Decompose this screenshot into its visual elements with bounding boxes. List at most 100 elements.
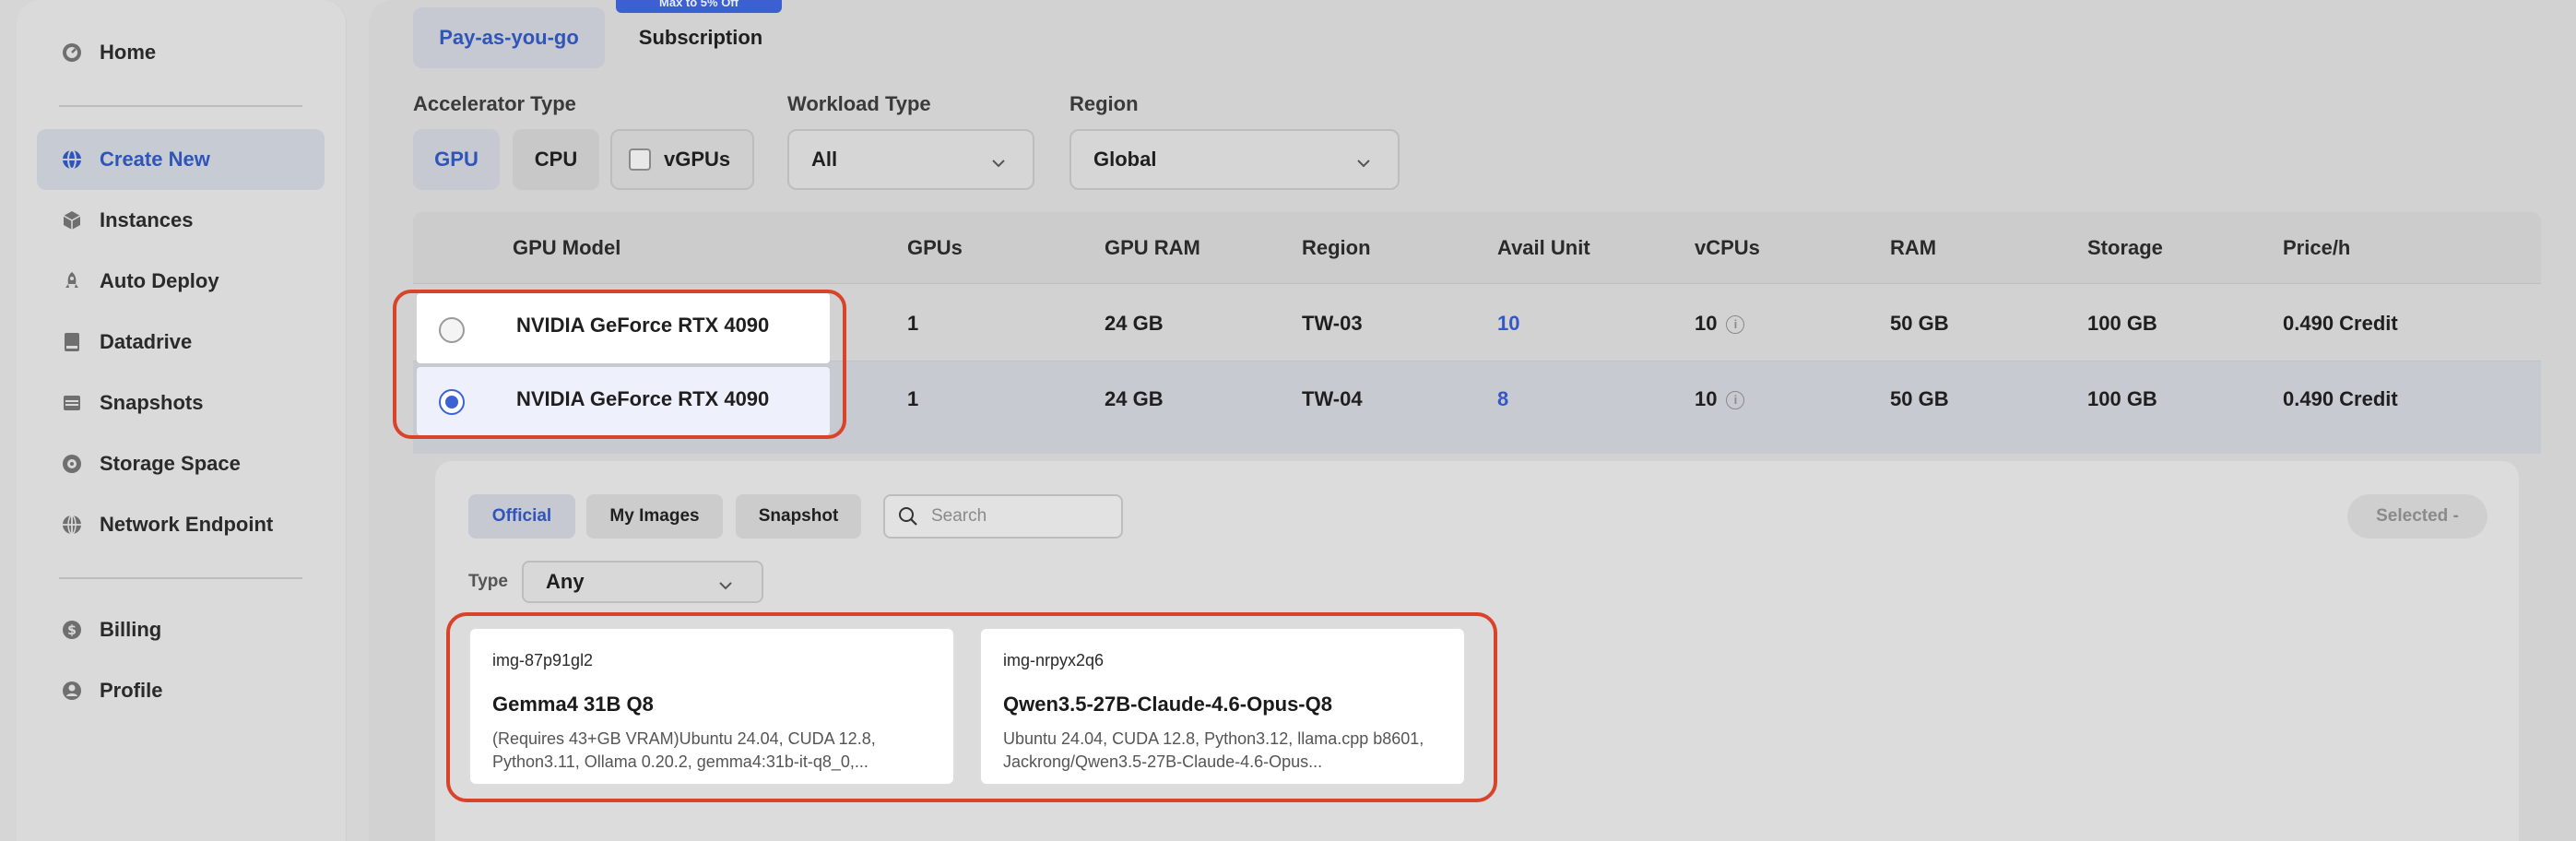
info-icon[interactable]: i	[1726, 315, 1745, 334]
image-search-input[interactable]: Search	[883, 494, 1123, 539]
speedometer-icon	[61, 41, 83, 64]
workload-type-value: All	[811, 148, 838, 171]
column-header: Storage	[2087, 236, 2163, 259]
vgpus-label: vGPUs	[664, 148, 731, 171]
sidebar-item-label: Auto Deploy	[100, 269, 219, 292]
workload-type-select[interactable]: All	[787, 129, 1034, 190]
vcpus-value: 10	[1695, 312, 1718, 335]
vcpus-cell: 10 i	[1695, 312, 1745, 336]
gpu-model-highlight: NVIDIA GeForce RTX 4090 NVIDIA GeForce R…	[393, 290, 846, 439]
column-header: Avail Unit	[1497, 236, 1590, 259]
column-header: Region	[1302, 236, 1371, 259]
tab-official[interactable]: Official	[468, 494, 575, 539]
gpu-model-name: NVIDIA GeForce RTX 4090	[516, 314, 770, 337]
sidebar-item-billing[interactable]: $ Billing	[37, 599, 325, 660]
column-header: GPU RAM	[1105, 236, 1200, 259]
region-cell: TW-04	[1302, 387, 1363, 410]
sidebar-item-create-new[interactable]: Create New	[37, 129, 325, 190]
network-icon	[61, 514, 83, 536]
sidebar-item-network-endpoint[interactable]: Network Endpoint	[37, 494, 325, 555]
search-placeholder: Search	[931, 506, 987, 526]
tab-subscription[interactable]: Subscription	[620, 7, 782, 68]
image-card[interactable]: img-87p91gl2 Gemma4 31B Q8 (Requires 43+…	[468, 627, 955, 786]
gpu-table-header: GPU Model GPUs GPU RAM Region Avail Unit…	[413, 212, 2541, 284]
chevron-down-icon	[717, 575, 734, 599]
selected-button[interactable]: Selected -	[2347, 494, 2487, 539]
image-id: img-nrpyx2q6	[1003, 651, 1105, 669]
vgpus-checkbox[interactable]	[629, 148, 651, 171]
storage-cell: 100 GB	[2087, 312, 2157, 335]
row-radio-button[interactable]	[439, 317, 465, 343]
accelerator-cpu-button[interactable]: CPU	[513, 129, 599, 190]
sidebar-item-profile[interactable]: Profile	[37, 660, 325, 721]
search-icon	[898, 506, 918, 527]
divider	[59, 577, 302, 579]
type-value: Any	[546, 570, 585, 593]
gpu-model-name: NVIDIA GeForce RTX 4090	[516, 387, 770, 410]
column-header: RAM	[1890, 236, 1937, 259]
sidebar: Home Create New Instances Auto Deploy Da…	[17, 0, 347, 841]
accelerator-gpu-button[interactable]: GPU	[413, 129, 500, 190]
tab-my-images[interactable]: My Images	[586, 494, 723, 539]
gpus-cell: 1	[907, 312, 919, 335]
column-header: vCPUs	[1695, 236, 1760, 259]
sidebar-item-datadrive[interactable]: Datadrive	[37, 312, 325, 373]
image-name: Qwen3.5-27B-Claude-4.6-Opus-Q8	[1003, 693, 1332, 716]
vcpus-cell: 10 i	[1695, 387, 1745, 411]
avail-unit-cell: 10	[1497, 312, 1520, 335]
gpu-ram-cell: 24 GB	[1105, 312, 1164, 335]
price-cell: 0.490 Credit	[2283, 312, 2398, 335]
gpu-model-cell[interactable]: NVIDIA GeForce RTX 4090	[417, 367, 830, 435]
sidebar-item-label: Network Endpoint	[100, 513, 274, 536]
column-header: GPU Model	[513, 236, 621, 259]
row-radio-button-selected[interactable]	[439, 389, 465, 415]
sidebar-item-label: Home	[100, 41, 157, 64]
price-cell: 0.490 Credit	[2283, 387, 2398, 410]
gpu-model-cell[interactable]: NVIDIA GeForce RTX 4090	[417, 293, 830, 363]
region-value: Global	[1093, 148, 1157, 171]
region-cell: TW-03	[1302, 312, 1363, 335]
sidebar-item-instances[interactable]: Instances	[37, 190, 325, 251]
region-label: Region	[1069, 92, 1139, 115]
sidebar-item-label: Billing	[100, 618, 162, 641]
vgpus-toggle[interactable]: vGPUs	[610, 129, 754, 190]
sidebar-item-home[interactable]: Home	[37, 22, 325, 83]
gpus-cell: 1	[907, 387, 919, 410]
info-icon[interactable]: i	[1726, 391, 1745, 409]
sidebar-item-label: Storage Space	[100, 452, 241, 475]
image-description: Ubuntu 24.04, CUDA 12.8, Python3.12, lla…	[1003, 729, 1424, 771]
avail-unit-cell: 8	[1497, 387, 1509, 410]
sidebar-item-label: Snapshots	[100, 391, 204, 414]
chevron-down-icon	[1355, 153, 1372, 177]
sidebar-item-label: Datadrive	[100, 330, 193, 353]
cube-icon	[61, 209, 83, 231]
tab-snapshot[interactable]: Snapshot	[736, 494, 861, 539]
sidebar-item-label: Instances	[100, 208, 194, 231]
tab-pay-as-you-go[interactable]: Pay-as-you-go	[413, 7, 605, 68]
storage-icon	[61, 453, 83, 475]
sidebar-item-label: Create New	[100, 148, 210, 171]
sidebar-item-auto-deploy[interactable]: Auto Deploy	[37, 251, 325, 312]
image-card[interactable]: img-nrpyx2q6 Qwen3.5-27B-Claude-4.6-Opus…	[979, 627, 1466, 786]
type-label: Type	[468, 572, 508, 591]
snapshot-icon	[61, 392, 83, 414]
sidebar-item-snapshots[interactable]: Snapshots	[37, 373, 325, 433]
region-select[interactable]: Global	[1069, 129, 1400, 190]
gpu-ram-cell: 24 GB	[1105, 387, 1164, 410]
globe-icon	[61, 148, 83, 171]
svg-text:$: $	[67, 623, 77, 638]
type-select[interactable]: Any	[522, 561, 763, 603]
ram-cell: 50 GB	[1890, 312, 1949, 335]
column-header: Price/h	[2283, 236, 2351, 259]
divider	[59, 105, 302, 107]
rocket-icon	[61, 270, 83, 292]
image-description: (Requires 43+GB VRAM)Ubuntu 24.04, CUDA …	[492, 729, 876, 771]
sidebar-item-label: Profile	[100, 679, 163, 702]
image-name: Gemma4 31B Q8	[492, 693, 654, 716]
user-icon	[61, 680, 83, 702]
ram-cell: 50 GB	[1890, 387, 1949, 410]
sidebar-item-storage-space[interactable]: Storage Space	[37, 433, 325, 494]
chevron-down-icon	[990, 153, 1007, 177]
storage-cell: 100 GB	[2087, 387, 2157, 410]
image-id: img-87p91gl2	[492, 651, 594, 669]
